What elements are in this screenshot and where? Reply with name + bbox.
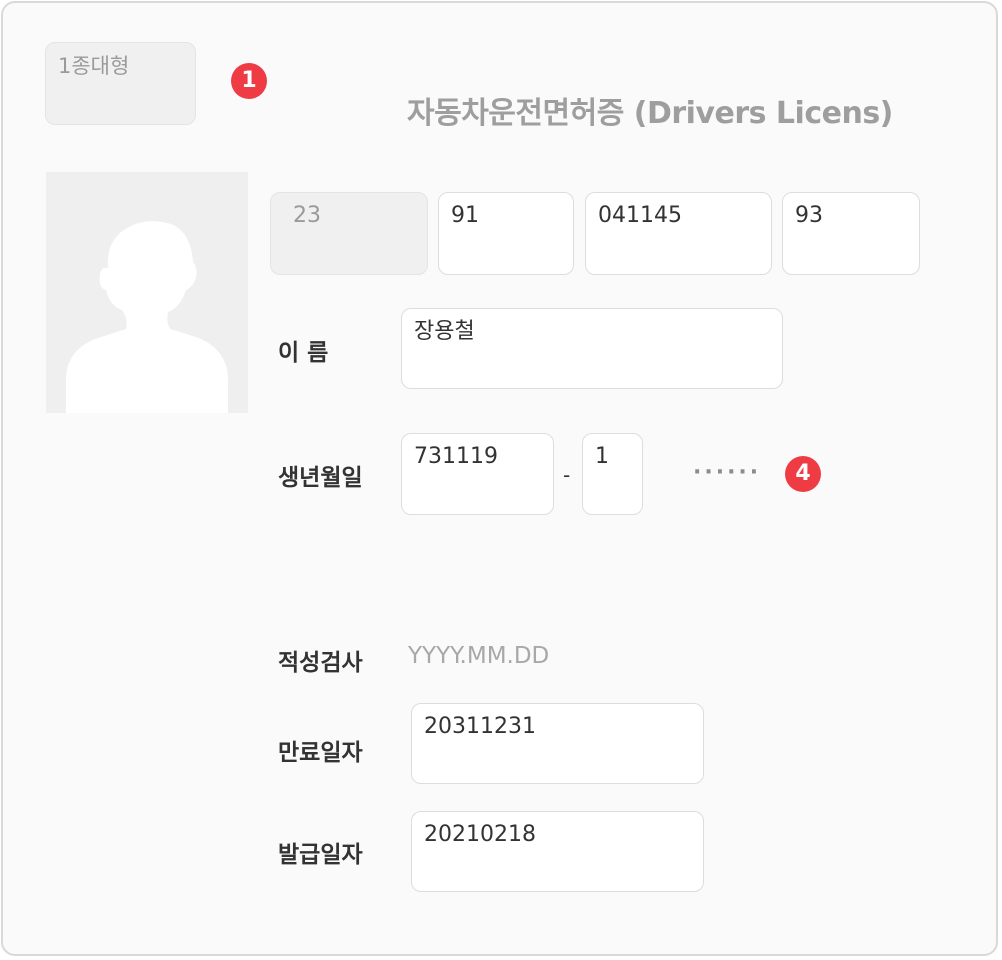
license-year-field[interactable]: 91 xyxy=(438,192,574,275)
license-type-value: 1종대형 xyxy=(58,54,130,78)
aptitude-value: YYYY.MM.DD xyxy=(408,643,550,669)
birth-date-value: 731119 xyxy=(414,444,498,469)
birth-date-field[interactable]: 731119 xyxy=(401,433,554,515)
name-value: 장용철 xyxy=(414,319,475,344)
birth-label: 생년월일 xyxy=(278,465,363,491)
masked-digits: ······ xyxy=(693,460,762,485)
license-type-field[interactable]: 1종대형 xyxy=(45,42,196,125)
step-badge-4: 4 xyxy=(785,456,821,492)
license-serial-field[interactable]: 041145 xyxy=(585,192,772,275)
issue-value: 20210218 xyxy=(424,822,536,847)
issue-field[interactable]: 20210218 xyxy=(411,811,704,892)
photo-placeholder xyxy=(46,172,248,413)
license-region-value: 23 xyxy=(293,203,321,228)
name-label: 이 름 xyxy=(278,340,329,366)
expiry-value: 20311231 xyxy=(424,714,536,739)
license-serial-value: 041145 xyxy=(598,203,682,228)
expiry-field[interactable]: 20311231 xyxy=(411,703,704,784)
birth-separator: - xyxy=(563,463,571,487)
gender-digit-value: 1 xyxy=(595,444,609,469)
license-check-field[interactable]: 93 xyxy=(782,192,920,275)
name-field[interactable]: 장용철 xyxy=(401,308,783,389)
license-region-field[interactable]: 23 xyxy=(270,192,428,275)
license-check-value: 93 xyxy=(795,203,823,228)
expiry-label: 만료일자 xyxy=(278,740,363,766)
card-title: 자동차운전면허증 (Drivers Licens) xyxy=(407,96,893,131)
license-year-value: 91 xyxy=(451,203,479,228)
gender-digit-field[interactable]: 1 xyxy=(582,433,643,515)
aptitude-label: 적성검사 xyxy=(278,650,363,676)
issue-label: 발급일자 xyxy=(278,842,363,868)
step-badge-1: 1 xyxy=(231,63,267,99)
person-silhouette-icon xyxy=(66,221,228,413)
